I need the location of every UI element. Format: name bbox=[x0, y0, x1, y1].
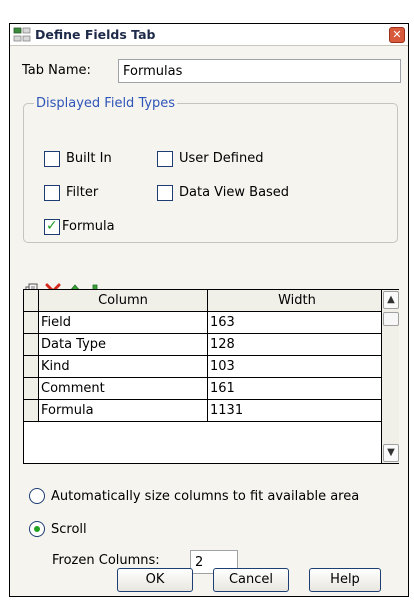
tab-name-input[interactable] bbox=[118, 59, 401, 83]
radio-auto-size[interactable] bbox=[29, 488, 45, 504]
header-corner bbox=[24, 290, 39, 312]
checkbox-data-view-based[interactable] bbox=[157, 185, 173, 201]
scroll-up-icon[interactable]: ▲ bbox=[383, 291, 399, 309]
radio-selected-dot bbox=[34, 526, 40, 532]
row-selector[interactable] bbox=[24, 400, 39, 422]
columns-grid[interactable]: Column Width Field 163 Data Type 128 Kin… bbox=[23, 289, 399, 464]
radio-label-scroll: Scroll bbox=[51, 522, 87, 537]
displayed-field-types-group: Displayed Field Types Built In User Defi… bbox=[23, 96, 398, 243]
table-cell[interactable]: Field bbox=[39, 312, 208, 334]
checkbox-label-built-in: Built In bbox=[66, 151, 112, 166]
row-selector[interactable] bbox=[24, 334, 39, 356]
ok-button[interactable]: OK bbox=[117, 568, 193, 592]
checkbox-built-in[interactable] bbox=[44, 151, 60, 167]
checkbox-label-formula: Formula bbox=[62, 219, 115, 234]
group-legend: Displayed Field Types bbox=[34, 96, 178, 111]
grid-scrollbar[interactable]: ▲ ▼ bbox=[381, 290, 399, 463]
checkmark-icon: ✓ bbox=[46, 218, 58, 234]
table-cell[interactable]: 163 bbox=[208, 312, 387, 334]
table-cell[interactable]: 1131 bbox=[208, 400, 387, 422]
scroll-thumb[interactable] bbox=[383, 312, 399, 326]
checkbox-user-defined[interactable] bbox=[157, 151, 173, 167]
checkbox-label-user-defined: User Defined bbox=[179, 151, 264, 166]
fields-tab-icon bbox=[13, 27, 31, 42]
row-selector[interactable] bbox=[24, 378, 39, 400]
row-selector[interactable] bbox=[24, 312, 39, 334]
column-header-column[interactable]: Column bbox=[39, 290, 208, 312]
radio-label-auto-size: Automatically size columns to fit availa… bbox=[51, 489, 360, 504]
cancel-button[interactable]: Cancel bbox=[213, 568, 289, 592]
checkbox-label-filter: Filter bbox=[66, 185, 99, 200]
table-cell[interactable]: Comment bbox=[39, 378, 208, 400]
column-header-width[interactable]: Width bbox=[208, 290, 387, 312]
radio-scroll[interactable] bbox=[29, 521, 45, 537]
scroll-down-icon[interactable]: ▼ bbox=[383, 444, 399, 462]
title-bar: Define Fields Tab ✕ bbox=[10, 24, 408, 46]
checkbox-formula[interactable]: ✓ bbox=[44, 218, 60, 235]
close-button[interactable]: ✕ bbox=[389, 27, 405, 43]
table-cell[interactable]: 161 bbox=[208, 378, 387, 400]
table-cell[interactable]: Formula bbox=[39, 400, 208, 422]
row-selector[interactable] bbox=[24, 356, 39, 378]
tab-name-label: Tab Name: bbox=[22, 63, 91, 78]
close-icon: ✕ bbox=[392, 28, 402, 41]
define-fields-dialog: Define Fields Tab ✕ Tab Name: Displayed … bbox=[9, 23, 409, 597]
table-cell[interactable]: Kind bbox=[39, 356, 208, 378]
table-cell[interactable]: 128 bbox=[208, 334, 387, 356]
checkbox-label-data-view-based: Data View Based bbox=[179, 185, 290, 200]
checkbox-filter[interactable] bbox=[44, 185, 60, 201]
frozen-columns-label: Frozen Columns: bbox=[52, 553, 160, 568]
table-cell[interactable]: Data Type bbox=[39, 334, 208, 356]
help-button[interactable]: Help bbox=[309, 568, 381, 592]
dialog-title: Define Fields Tab bbox=[35, 27, 156, 42]
table-cell[interactable]: 103 bbox=[208, 356, 387, 378]
